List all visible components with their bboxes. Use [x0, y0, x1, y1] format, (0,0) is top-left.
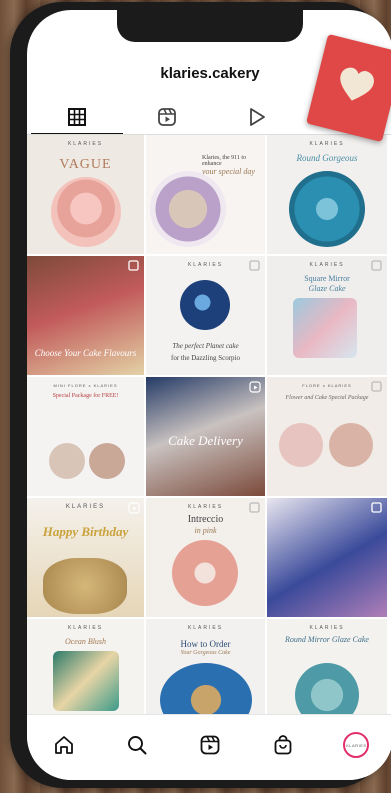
cake-image — [329, 423, 373, 467]
cake-image — [279, 423, 323, 467]
grid-icon — [68, 108, 86, 126]
post-tile[interactable]: Choose Your Cake Flavours — [27, 256, 144, 375]
tab-tagged[interactable] — [207, 100, 307, 134]
cake-image — [49, 443, 85, 479]
post-tile[interactable]: KLARIES The perfect Planet cake for the … — [146, 256, 265, 375]
post-title: Special Package for FREE! — [52, 393, 119, 399]
post-subtitle: your special day — [202, 167, 255, 176]
avatar: KLARIES — [343, 732, 370, 758]
post-brand: KLARIES — [187, 504, 224, 510]
nav-home[interactable] — [48, 729, 80, 761]
bottom-nav: KLARIES — [27, 714, 391, 780]
post-title: The perfect Planet cake — [172, 342, 239, 350]
cake-image — [150, 171, 226, 247]
heart-icon — [340, 67, 374, 101]
carousel-icon — [371, 260, 382, 271]
post-subtitle: Flower and Cake Special Package — [285, 395, 369, 401]
post-title: Square Mirror — [304, 274, 350, 283]
carousel-icon — [128, 260, 139, 271]
reel-icon — [128, 502, 140, 514]
home-icon — [54, 736, 73, 754]
nav-reels[interactable] — [194, 729, 226, 761]
tab-grid[interactable] — [27, 100, 127, 135]
post-brand: KLARIES — [187, 625, 224, 631]
shop-icon — [274, 735, 292, 755]
carousel-icon — [249, 260, 260, 271]
post-tile[interactable] — [267, 498, 387, 617]
post-tile[interactable]: FLORE x KLARIES Flower and Cake Special … — [267, 377, 387, 496]
post-brand: KLARIES — [65, 504, 106, 510]
cake-image — [172, 540, 238, 606]
post-brand: KLARIES — [187, 262, 224, 268]
post-subtitle: Round Mirror Glaze Cake — [285, 635, 369, 644]
post-brand: KLARIES — [309, 262, 345, 268]
reel-icon — [249, 381, 261, 393]
post-subtitle: Glaze Cake — [308, 284, 346, 293]
post-tile[interactable]: Cake Delivery — [146, 377, 265, 496]
post-title: Happy Birthday — [42, 524, 129, 539]
carousel-icon — [249, 502, 260, 513]
post-subtitle: Round Gorgeous — [296, 153, 358, 163]
post-brand: KLARIES — [309, 141, 345, 147]
reels-icon — [158, 108, 176, 126]
carousel-icon — [371, 381, 382, 392]
post-brand: MINI FLORE x KLARIES — [53, 383, 118, 388]
cake-image — [53, 651, 119, 711]
post-title: VAGUE — [59, 157, 112, 172]
carousel-icon — [371, 502, 382, 513]
nav-search[interactable] — [121, 729, 153, 761]
post-brand: KLARIES — [67, 625, 104, 631]
tab-reels[interactable] — [117, 100, 217, 134]
post-brand: KLARIES — [67, 141, 104, 147]
post-tile[interactable]: Klaries, the 911 to enhance your special… — [146, 135, 265, 254]
post-tile[interactable]: KLARIES VAGUE — [27, 135, 144, 254]
post-subtitle: Ocean Blush — [64, 637, 107, 646]
post-subtitle: in pink — [194, 526, 217, 535]
post-title: Intreccio — [187, 514, 224, 525]
post-title: Choose Your Cake Flavours — [34, 348, 137, 358]
reels-icon — [200, 735, 220, 755]
cake-image — [89, 443, 125, 479]
avatar-label: KLARIES — [346, 742, 367, 748]
cake-image — [51, 177, 121, 247]
post-tile[interactable]: KLARIES Happy Birthday — [27, 498, 144, 617]
post-tile[interactable]: MINI FLORE x KLARIES Special Package for… — [27, 377, 144, 496]
play-icon — [250, 108, 265, 126]
cake-image — [289, 171, 365, 247]
cake-image — [43, 558, 127, 614]
post-brand: KLARIES — [309, 625, 345, 631]
post-tile[interactable]: KLARIES Round Gorgeous — [267, 135, 387, 254]
posts-grid: KLARIES VAGUE Klaries, the 911 to enhanc… — [27, 135, 391, 738]
search-icon — [127, 736, 147, 755]
post-subtitle: Your Gorgeous Cake — [180, 650, 231, 656]
post-title: How to Order — [180, 639, 231, 649]
post-tile[interactable]: KLARIES Square Mirror Glaze Cake — [267, 256, 387, 375]
cake-image — [180, 280, 230, 330]
nav-profile[interactable]: KLARIES — [340, 729, 372, 761]
post-title: Cake Delivery — [168, 433, 243, 448]
cake-image — [293, 298, 357, 358]
nav-shop[interactable] — [267, 729, 299, 761]
post-brand: FLORE x KLARIES — [302, 383, 352, 388]
post-title: Klaries, the 911 to enhance — [202, 155, 247, 167]
post-subtitle: for the Dazzling Scorpio — [170, 354, 240, 362]
phone-notch — [117, 10, 303, 42]
post-tile[interactable]: KLARIES Intreccio in pink — [146, 498, 265, 617]
